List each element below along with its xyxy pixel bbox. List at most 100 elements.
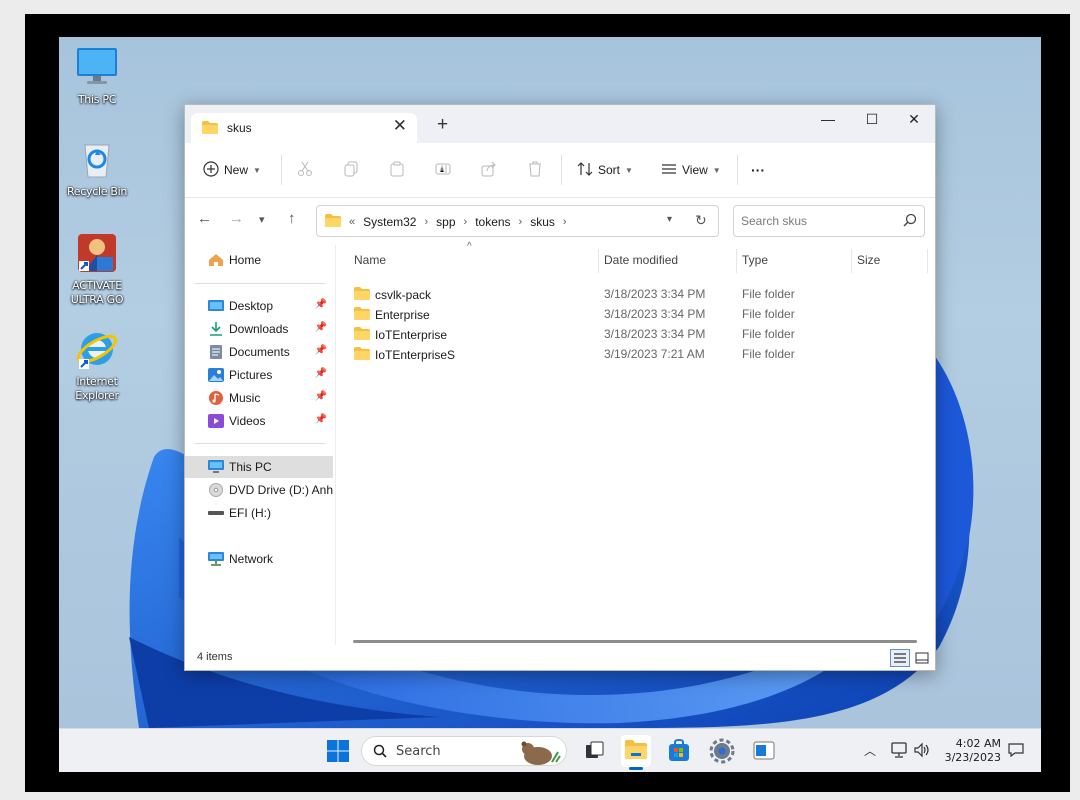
refresh-icon[interactable]: ↻	[695, 212, 707, 229]
title-bar[interactable]: skus ✕ + — ☐ ✕	[185, 105, 935, 143]
view-button[interactable]: View ▼	[661, 157, 721, 183]
start-windows-icon[interactable]	[324, 737, 352, 765]
nav-item-home[interactable]: Home	[185, 249, 333, 271]
pin-icon[interactable]: 📌	[315, 368, 327, 379]
desktop-icon-recycle-bin[interactable]: Recycle Bin	[59, 137, 135, 199]
paste-button[interactable]	[389, 157, 405, 183]
nav-item-downloads[interactable]: Downloads 📌	[185, 318, 333, 340]
file-row[interactable]: IoTEnterpriseS 3/19/2023 7:21 AM File fo…	[349, 344, 929, 364]
chevron-right-icon[interactable]: ›	[464, 216, 468, 228]
notification-icon[interactable]	[1007, 741, 1025, 763]
chevron-right-icon[interactable]: ›	[424, 216, 428, 228]
pin-icon[interactable]: 📌	[315, 345, 327, 356]
share-button[interactable]	[481, 157, 497, 183]
task-view-icon[interactable]	[581, 737, 609, 765]
toolbar-divider	[561, 155, 562, 185]
column-header-name[interactable]: Name	[354, 253, 386, 267]
minimize-button[interactable]: —	[805, 105, 851, 135]
desktop-icon-this-pc[interactable]: This PC	[59, 45, 135, 107]
pin-icon[interactable]: 📌	[315, 414, 327, 425]
chevron-right-icon[interactable]: ›	[519, 216, 523, 228]
nav-item-documents[interactable]: Documents 📌	[185, 341, 333, 363]
search-box[interactable]: Search skus	[733, 205, 925, 237]
tab-title: skus	[227, 121, 252, 135]
bear-highlight-icon	[518, 738, 562, 770]
file-explorer-taskbar-icon[interactable]	[621, 735, 651, 770]
new-label: New	[224, 163, 249, 177]
close-tab-icon[interactable]: ✕	[393, 116, 407, 136]
nav-item-efi-drive[interactable]: EFI (H:)	[185, 502, 333, 524]
nav-item-network[interactable]: Network	[185, 548, 333, 570]
nav-item-this-pc[interactable]: This PC	[185, 456, 333, 478]
back-arrow-icon[interactable]: ←	[197, 210, 212, 227]
network-tray-icon[interactable]	[891, 741, 909, 763]
horizontal-scrollbar[interactable]	[353, 640, 917, 643]
desktop-icon-activate-ultra-go[interactable]: ACTIVATE ULTRA GO	[59, 231, 135, 307]
desktop-icon-label: Recycle Bin	[66, 185, 128, 198]
toolbar-divider	[737, 155, 738, 185]
settings-gear-icon[interactable]	[708, 737, 736, 765]
chevron-right-icon[interactable]: ›	[563, 216, 567, 228]
breadcrumb-skus[interactable]: skus	[530, 215, 555, 229]
new-button[interactable]: New ▼	[203, 157, 261, 183]
pin-icon[interactable]: 📌	[315, 322, 327, 333]
rename-button[interactable]	[435, 157, 451, 183]
column-divider[interactable]	[851, 249, 852, 273]
music-icon	[208, 391, 224, 405]
file-row[interactable]: Enterprise 3/18/2023 3:34 PM File folder	[349, 304, 929, 324]
nav-item-desktop[interactable]: Desktop 📌	[185, 295, 333, 317]
volume-icon[interactable]	[913, 741, 931, 763]
clock[interactable]: 4:02 AM 3/23/2023	[939, 737, 1001, 765]
address-dropdown-icon[interactable]: ▾	[667, 214, 672, 225]
copy-button[interactable]	[343, 157, 359, 183]
view-lines-icon	[661, 161, 677, 180]
preview-view-button[interactable]	[912, 649, 932, 667]
nav-item-dvd-drive[interactable]: DVD Drive (D:) Anhdv	[185, 479, 333, 501]
store-icon[interactable]	[665, 737, 693, 765]
trash-icon	[527, 161, 543, 180]
more-label: ···	[751, 162, 765, 178]
share-icon	[481, 161, 497, 180]
column-header-type[interactable]: Type	[742, 253, 768, 267]
up-arrow-icon[interactable]: ↑	[288, 210, 296, 227]
nav-label: Downloads	[229, 322, 289, 336]
column-divider[interactable]	[927, 249, 928, 273]
column-header-date-modified[interactable]: Date modified	[604, 253, 678, 267]
file-row[interactable]: csvlk-pack 3/18/2023 3:34 PM File folder	[349, 284, 929, 304]
pin-icon[interactable]: 📌	[315, 391, 327, 402]
address-bar[interactable]: « System32 › spp › tokens › skus › ▾ ↻	[316, 205, 719, 237]
breadcrumb-overflow[interactable]: «	[349, 216, 355, 228]
file-type: File folder	[742, 347, 795, 361]
nav-item-videos[interactable]: Videos 📌	[185, 410, 333, 432]
chevron-up-icon[interactable]: ︿	[864, 742, 876, 759]
column-header-size[interactable]: Size	[857, 253, 880, 267]
column-divider[interactable]	[598, 249, 599, 273]
tab-skus[interactable]: skus ✕	[191, 113, 417, 143]
forward-arrow-icon[interactable]: →	[229, 210, 244, 227]
details-view-button[interactable]	[890, 649, 910, 667]
column-divider[interactable]	[736, 249, 737, 273]
more-options-button[interactable]: ···	[751, 157, 765, 183]
file-name: IoTEnterpriseS	[375, 348, 456, 362]
pin-icon[interactable]: 📌	[315, 299, 327, 310]
desktop-icon-internet-explorer[interactable]: Internet Explorer	[59, 327, 135, 403]
breadcrumb-spp[interactable]: spp	[436, 215, 455, 229]
sort-button[interactable]: Sort ▼	[577, 157, 633, 183]
sort-ascending-icon: ^	[467, 241, 472, 252]
file-explorer-window[interactable]: skus ✕ + — ☐ ✕ New ▼ Sort ▼ View ▼ ··· ←…	[184, 104, 936, 671]
breadcrumb-tokens[interactable]: tokens	[475, 215, 510, 229]
breadcrumb-system32[interactable]: System32	[363, 215, 416, 229]
file-row[interactable]: IoTEnterprise 3/18/2023 3:34 PM File fol…	[349, 324, 929, 344]
nav-item-pictures[interactable]: Pictures 📌	[185, 364, 333, 386]
taskbar-search[interactable]: Search	[361, 736, 567, 766]
nav-item-music[interactable]: Music 📌	[185, 387, 333, 409]
sort-arrows-icon	[577, 161, 593, 180]
remote-desktop-icon[interactable]	[750, 737, 778, 765]
maximize-button[interactable]: ☐	[849, 105, 895, 135]
recent-chevron-icon[interactable]: ▾	[259, 213, 265, 226]
view-label: View	[682, 163, 708, 177]
delete-button[interactable]	[527, 157, 543, 183]
close-window-button[interactable]: ✕	[891, 105, 937, 135]
cut-button[interactable]	[297, 157, 313, 183]
new-tab-button[interactable]: +	[437, 114, 448, 136]
